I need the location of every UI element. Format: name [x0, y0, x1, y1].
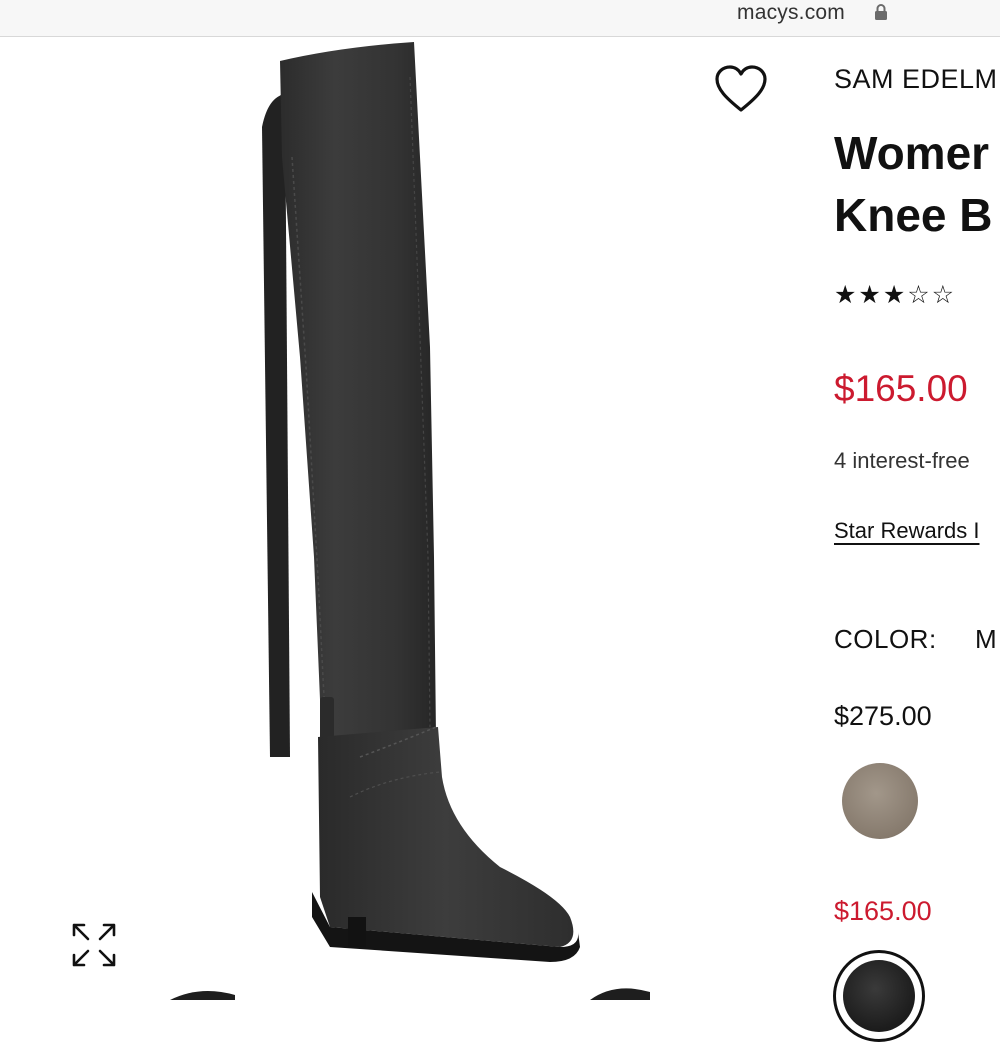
product-image[interactable]	[0, 37, 800, 1000]
swatch-price: $165.00	[834, 896, 932, 926]
boot-image	[170, 42, 650, 1000]
star-rewards-link[interactable]: Star Rewards I	[834, 518, 980, 544]
color-swatch-taupe[interactable]	[842, 763, 918, 839]
swatch-price: $275.00	[834, 701, 932, 731]
product-price: $165.00	[834, 368, 968, 409]
expand-arrows-icon[interactable]	[70, 921, 118, 974]
product-title: Womer Knee B	[834, 122, 992, 246]
color-swatch-fill	[843, 960, 915, 1032]
brand-name[interactable]: SAM EDELM	[834, 64, 998, 95]
url-text[interactable]: macys.com	[737, 1, 845, 25]
rating-stars[interactable]: ★★★☆☆	[834, 280, 956, 310]
color-swatch-black-selected[interactable]	[833, 950, 925, 1042]
product-title-line2: Knee B	[834, 189, 993, 241]
color-label: COLOR:	[834, 624, 937, 654]
browser-address-bar[interactable]: macys.com	[0, 0, 1000, 37]
product-title-line1: Womer	[834, 127, 990, 179]
lock-icon	[874, 3, 888, 26]
color-value: M	[975, 624, 997, 654]
heart-outline-icon[interactable]	[714, 64, 768, 119]
interest-free-text: 4 interest-free	[834, 448, 970, 473]
